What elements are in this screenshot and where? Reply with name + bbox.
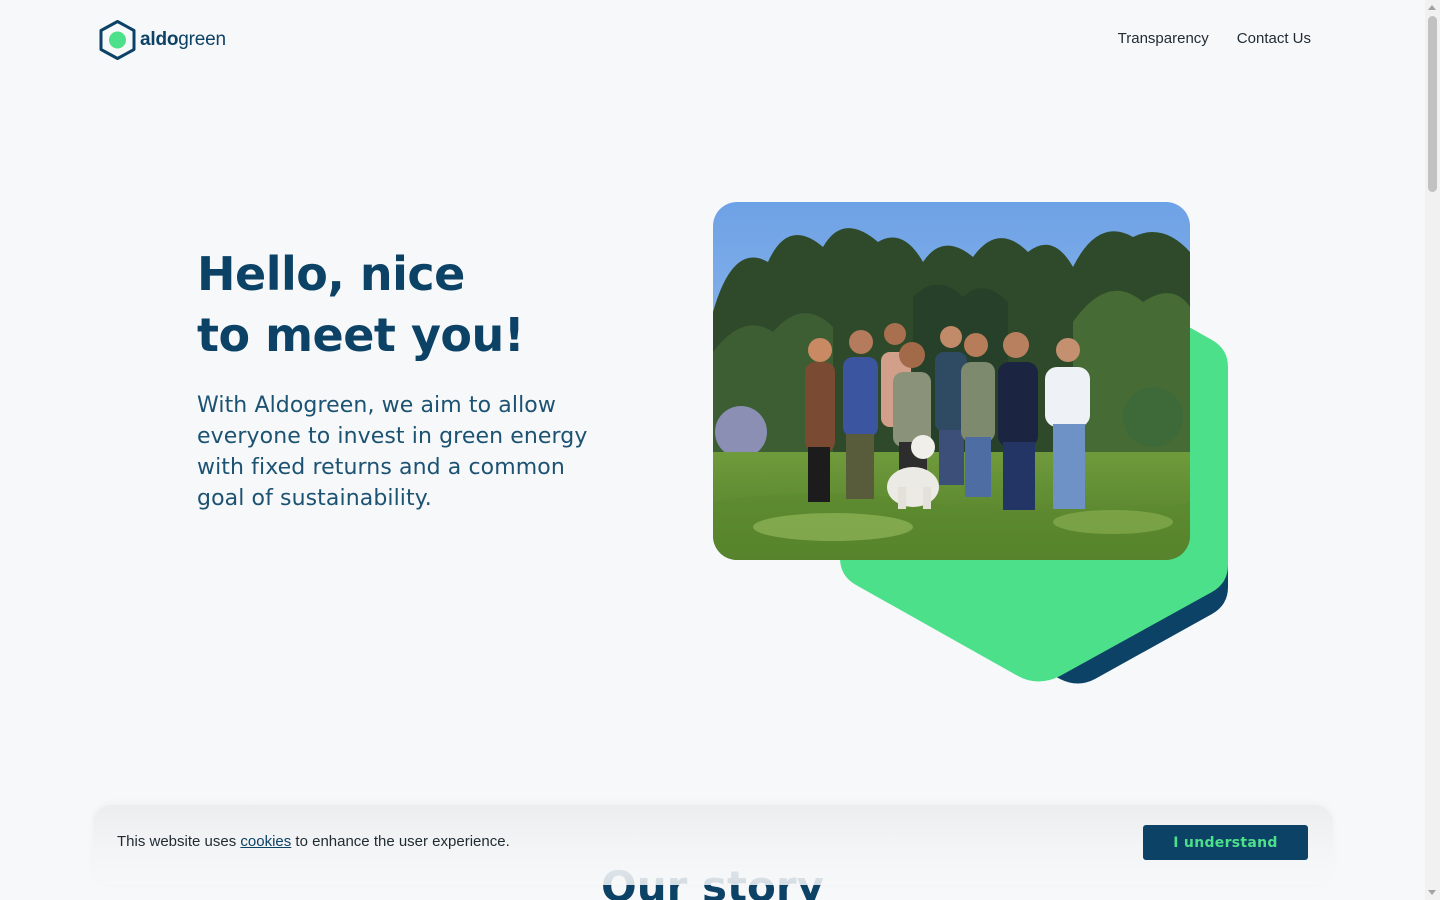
page-scrollbar[interactable] [1425, 0, 1440, 900]
hero-title-line2: to meet you! [197, 308, 525, 362]
logo-wordmark: aldogreen [140, 29, 226, 50]
hero-title: Hello, nice to meet you! [197, 244, 617, 366]
cookie-text-before: This website uses [117, 833, 237, 850]
top-nav: Transparency Contact Us [1118, 30, 1311, 47]
cookie-text-after: to enhance the user experience. [295, 833, 510, 850]
logo-link[interactable]: aldogreen [99, 20, 226, 60]
hero-title-line1: Hello, nice [197, 247, 465, 301]
hexagon-logo-icon [99, 20, 136, 60]
cookie-banner: This website uses cookies to enhance the… [93, 805, 1333, 885]
hero-illustration [700, 195, 1245, 695]
scroll-thumb[interactable] [1428, 16, 1437, 192]
accept-cookies-button[interactable]: I understand [1143, 825, 1308, 860]
cookies-link[interactable]: cookies [240, 833, 291, 850]
scroll-up-arrow-icon[interactable] [1428, 5, 1436, 10]
team-photo [713, 202, 1190, 560]
hero-subtitle: With Aldogreen, we aim to allow everyone… [197, 393, 588, 511]
nav-contact-us[interactable]: Contact Us [1237, 30, 1311, 47]
page: aldogreen Transparency Contact Us Hello,… [0, 0, 1425, 900]
scroll-down-arrow-icon[interactable] [1428, 890, 1436, 895]
nav-transparency[interactable]: Transparency [1118, 30, 1209, 47]
cookie-text: This website uses cookies to enhance the… [117, 833, 510, 850]
